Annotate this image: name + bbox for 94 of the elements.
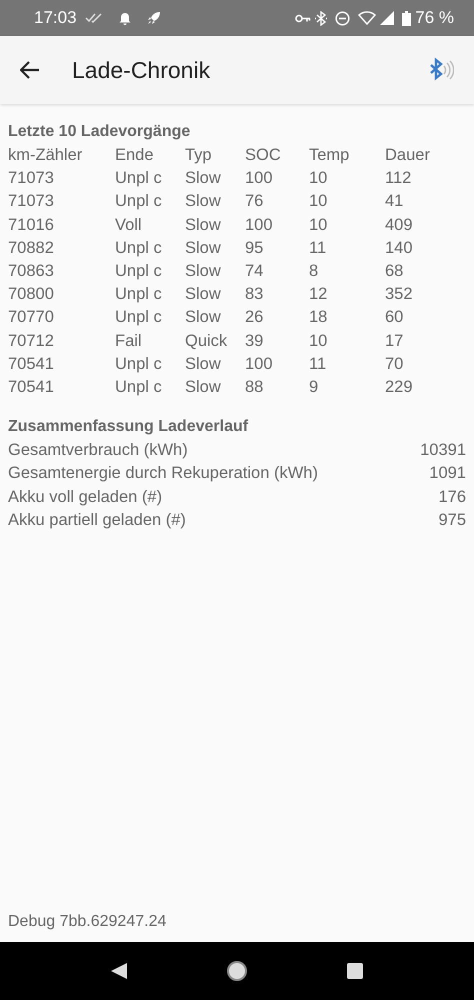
home-nav-icon[interactable] <box>226 960 248 982</box>
do-not-disturb-icon <box>335 10 350 26</box>
wifi-icon <box>358 11 376 25</box>
table-cell-text: 76 <box>245 191 264 212</box>
table-cell-text: 70800 <box>8 284 55 306</box>
table-cell-text: 18 <box>309 307 328 328</box>
table-cell-text: Unpl c <box>115 377 163 398</box>
table-cell-text: Slow <box>185 284 222 306</box>
table-cell-text: 95 <box>245 238 264 259</box>
summary-value: 10391 <box>420 440 466 462</box>
section-heading: Letzte 10 Ladevorgänge <box>8 122 192 142</box>
section-heading: Zusammenfassung Ladeverlauf <box>8 417 250 438</box>
table-cell-text: 10 <box>309 191 328 212</box>
table-cell-text: 10 <box>309 330 328 352</box>
table-cell-text: Unpl c <box>115 307 163 328</box>
table-cell-text: 8 <box>309 261 320 282</box>
back-nav-icon[interactable] <box>110 962 128 980</box>
column-header: Ende <box>115 145 155 166</box>
back-arrow-icon[interactable] <box>20 61 40 79</box>
table-cell-text: Slow <box>185 168 222 190</box>
table-cell-text: Unpl c <box>115 238 163 259</box>
table-cell-text: Fail <box>115 330 143 352</box>
table-cell-text: Slow <box>185 214 222 236</box>
column-header: km-Zähler <box>8 145 84 166</box>
table-cell-text: Slow <box>185 377 222 398</box>
table-cell-text: Quick <box>185 330 228 352</box>
table-cell-text: Unpl c <box>115 354 163 375</box>
table-cell-text: 26 <box>245 307 264 328</box>
summary-value: 975 <box>438 510 466 531</box>
rocket-icon <box>146 11 161 25</box>
table-cell-text: Slow <box>185 238 222 259</box>
table-cell-text: 229 <box>385 377 414 398</box>
column-header: Typ <box>185 145 213 166</box>
table-cell-text: 71073 <box>8 191 55 212</box>
table-cell-text: 70541 <box>8 354 55 375</box>
table-cell-text: 9 <box>309 377 320 398</box>
table-cell-text: Slow <box>185 261 222 282</box>
table-cell-text: Slow <box>185 191 222 212</box>
battery-percentage: 76 % <box>415 7 454 30</box>
table-cell-text: 112 <box>385 168 412 190</box>
table-cell-text: 41 <box>385 191 404 212</box>
double-check-icon <box>84 13 103 23</box>
table-cell-text: 11 <box>309 354 328 375</box>
table-cell-text: 83 <box>245 284 264 306</box>
status-time: 17:03 <box>34 7 77 30</box>
table-cell-text: 70770 <box>8 307 55 328</box>
table-cell-text: 12 <box>309 284 328 306</box>
table-cell-text: 71073 <box>8 168 55 190</box>
table-cell-text: 88 <box>245 377 264 398</box>
table-cell-text: 100 <box>245 168 274 190</box>
table-cell-text: 70712 <box>8 330 55 352</box>
summary-label: Akku voll geladen (#) <box>8 486 162 508</box>
bluetooth-signal-icon[interactable] <box>428 57 454 83</box>
summary-value: 1091 <box>429 463 466 484</box>
table-cell-text: 10 <box>309 168 328 190</box>
debug-text: Debug 7bb.629247.24 <box>8 912 168 932</box>
table-cell-text: 60 <box>385 307 404 328</box>
table-cell-text: 70541 <box>8 377 55 398</box>
table-cell-text: 352 <box>385 284 414 306</box>
table-cell-text: 10 <box>309 214 328 236</box>
column-header: SOC <box>245 145 282 166</box>
bell-icon <box>118 11 131 25</box>
table-cell-text: Unpl c <box>115 191 163 212</box>
table-cell-text: Unpl c <box>115 261 163 282</box>
table-cell-text: Voll <box>115 214 143 236</box>
signal-icon <box>380 11 394 25</box>
column-header: Dauer <box>385 145 431 166</box>
table-cell-text: 68 <box>385 261 404 282</box>
table-cell-text: Unpl c <box>115 284 163 306</box>
table-cell-text: 17 <box>385 330 404 352</box>
table-cell-text: 71016 <box>8 214 55 236</box>
bluetooth-icon <box>315 10 328 26</box>
table-cell-text: Slow <box>185 307 222 328</box>
table-cell-text: 140 <box>385 238 414 259</box>
summary-label: Gesamtverbrauch (kWh) <box>8 440 188 462</box>
screen-title: Lade-Chronik <box>72 56 210 85</box>
column-header: Temp <box>309 145 350 166</box>
summary-value: 176 <box>438 486 466 508</box>
table-cell-text: 100 <box>245 354 274 375</box>
key-icon <box>295 14 312 22</box>
battery-icon <box>402 10 412 26</box>
recents-nav-icon[interactable] <box>346 962 364 980</box>
summary-label: Akku partiell geladen (#) <box>8 510 186 531</box>
table-cell-text: Unpl c <box>115 168 163 190</box>
table-cell-text: 39 <box>245 330 264 352</box>
table-cell-text: 11 <box>309 238 328 259</box>
table-cell-text: 70882 <box>8 238 55 259</box>
table-cell-text: Slow <box>185 354 222 375</box>
table-cell-text: 74 <box>245 261 264 282</box>
summary-label: Gesamtenergie durch Rekuperation (kWh) <box>8 463 318 484</box>
table-cell-text: 100 <box>245 214 274 236</box>
table-cell-text: 70863 <box>8 261 55 282</box>
table-cell-text: 409 <box>385 214 414 236</box>
table-cell-text: 70 <box>385 354 404 375</box>
